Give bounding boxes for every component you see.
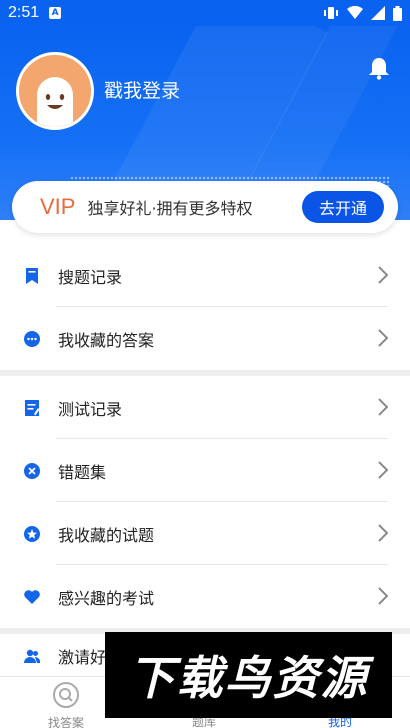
list-item-test-history[interactable]: 测试记录 [0, 376, 410, 439]
chevron-right-icon [378, 587, 389, 609]
battery-icon [393, 5, 402, 21]
login-link[interactable]: 戳我登录 [104, 76, 180, 103]
list-item-favorite-answers[interactable]: 我收藏的答案 [0, 307, 410, 370]
list-item-label: 我收藏的试题 [58, 525, 155, 545]
signal-icon [371, 6, 385, 20]
vibrate-icon [323, 6, 339, 20]
status-bar: 2:51 A [0, 0, 410, 26]
heart-icon [22, 587, 42, 607]
list-item-label: 激请好 [58, 648, 107, 667]
list-item-favorite-questions[interactable]: 我收藏的试题 [0, 502, 410, 565]
chat-bubble-icon [22, 329, 42, 349]
test-section: 测试记录 错题集 我收藏的试题 感兴趣的考试 [0, 376, 410, 628]
list-item-label: 感兴趣的考试 [58, 588, 155, 608]
list-item-label: 测试记录 [58, 399, 123, 419]
list-item-wrong-questions[interactable]: 错题集 [0, 439, 410, 502]
list-item-label: 搜题记录 [58, 267, 123, 287]
star-circle-icon [22, 524, 42, 544]
vip-label: VIP [40, 194, 76, 219]
bookmark-icon [22, 266, 42, 286]
users-icon [22, 646, 42, 666]
avatar[interactable] [16, 52, 94, 130]
notification-badge-icon: A [49, 7, 62, 19]
document-edit-icon [22, 398, 42, 418]
list-item-label: 我收藏的答案 [58, 330, 155, 350]
nav-label: 找答案 [48, 716, 85, 728]
vip-open-button[interactable]: 去开通 [302, 191, 384, 223]
chevron-right-icon [378, 524, 389, 546]
wifi-icon [347, 6, 363, 20]
history-section: 搜题记录 我收藏的答案 [0, 244, 410, 370]
status-time: 2:51 [8, 4, 40, 21]
chevron-right-icon [378, 266, 389, 288]
search-icon [52, 681, 80, 712]
avatar-face-icon [37, 77, 73, 127]
watermark-logo: 下载鸟资源 [105, 632, 392, 718]
watermark-text: 下载鸟资源 [128, 651, 369, 705]
chevron-right-icon [378, 329, 389, 351]
chevron-right-icon [378, 461, 389, 483]
list-item-label: 错题集 [58, 462, 107, 482]
nav-find-answer[interactable]: 找答案 [48, 681, 84, 728]
x-circle-icon [22, 461, 42, 481]
bell-icon[interactable] [368, 56, 390, 84]
vip-description: 独享好礼·拥有更多特权 [87, 199, 253, 218]
list-item-interested-exams[interactable]: 感兴趣的考试 [0, 565, 410, 628]
list-item-search-history[interactable]: 搜题记录 [0, 244, 410, 307]
chevron-right-icon [378, 398, 389, 420]
vip-banner[interactable]: VIP 独享好礼·拥有更多特权 去开通 [12, 181, 398, 233]
